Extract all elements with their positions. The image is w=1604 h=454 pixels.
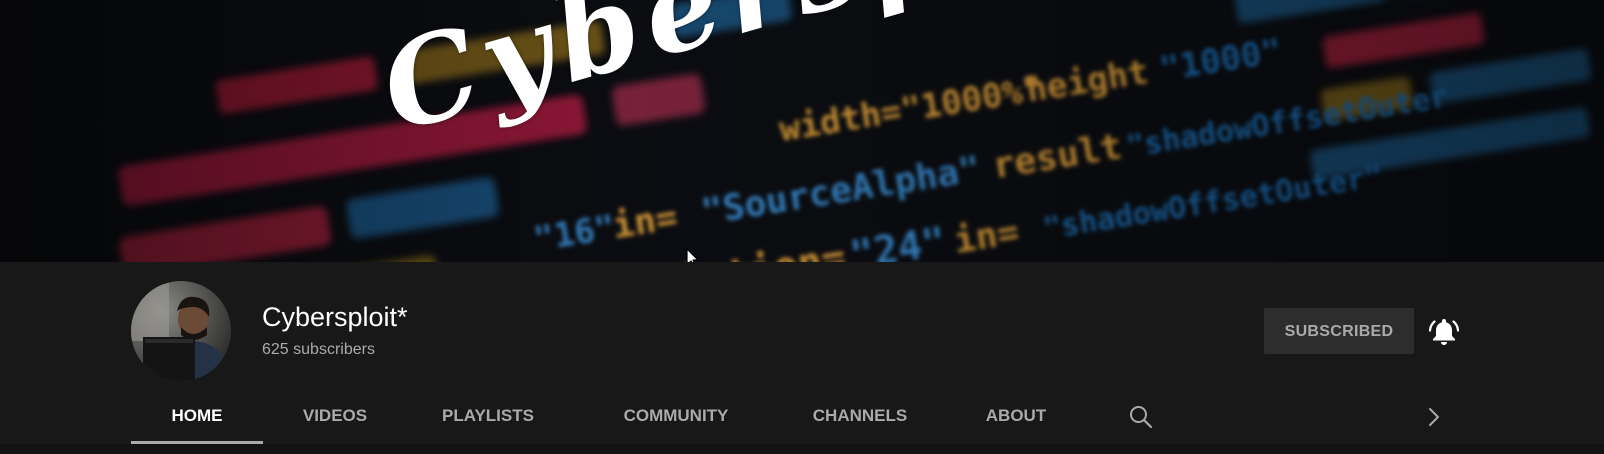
avatar-photo-icon: [131, 281, 231, 381]
tab-videos[interactable]: VIDEOS: [280, 396, 390, 436]
subscriber-count: 625 subscribers: [262, 341, 375, 358]
channel-avatar[interactable]: [131, 281, 231, 381]
tab-about[interactable]: ABOUT: [966, 396, 1066, 436]
tab-playlists[interactable]: PLAYLISTS: [418, 396, 558, 436]
search-icon[interactable]: [1128, 404, 1154, 430]
bell-ringing-icon[interactable]: [1428, 316, 1460, 348]
header-bottom-divider: [0, 444, 1604, 454]
channel-header: Cybersploit* 625 subscribers SUBSCRIBED …: [0, 262, 1604, 454]
mouse-cursor-icon: [686, 248, 699, 262]
channel-banner: width="1000%" height "1000" in= "SourceA…: [0, 0, 1604, 262]
tab-community[interactable]: COMMUNITY: [596, 396, 756, 436]
tab-channels[interactable]: CHANNELS: [790, 396, 930, 436]
chevron-right-icon[interactable]: [1424, 405, 1444, 429]
subscribed-button[interactable]: SUBSCRIBED: [1264, 308, 1414, 354]
tab-home[interactable]: HOME: [131, 396, 263, 436]
channel-name[interactable]: Cybersploit*: [262, 302, 408, 333]
channel-page: width="1000%" height "1000" in= "SourceA…: [0, 0, 1604, 454]
